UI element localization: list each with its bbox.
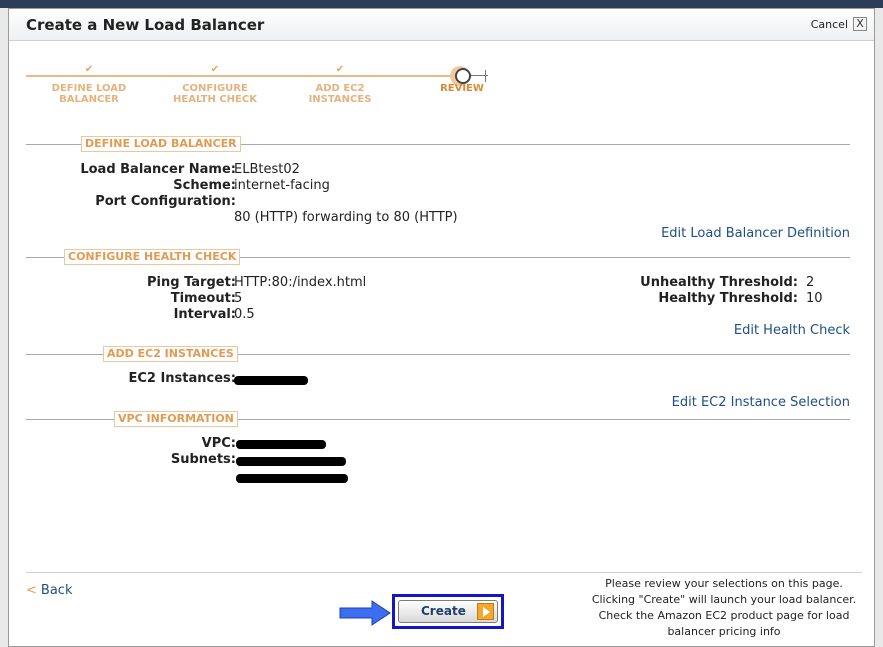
play-arrow-icon: [477, 603, 494, 620]
chevron-left-icon: <: [26, 583, 37, 598]
redacted-subnet-id: [236, 474, 348, 483]
create-button[interactable]: Create: [398, 600, 498, 623]
section-tag: DEFINE LOAD BALANCER: [81, 136, 241, 152]
redacted-instance-id: [234, 376, 308, 385]
checkmark-icon: ✔: [335, 64, 345, 75]
background-app-right: [875, 8, 883, 647]
dialog-titlebar: Create a New Load Balancer Cancel X: [9, 9, 874, 41]
wizard-progress: ✔ DEFINE LOAD BALANCER ✔ CONFIGURE HEALTH …: [26, 65, 496, 125]
port-configuration-value: 80 (HTTP) forwarding to 80 (HTTP): [234, 210, 458, 225]
close-icon[interactable]: X: [853, 17, 867, 31]
back-link[interactable]: < Back: [26, 583, 72, 598]
redacted-subnet-id: [236, 457, 346, 466]
create-load-balancer-dialog: Create a New Load Balancer Cancel X ✔ DE…: [8, 8, 875, 647]
section-define-load-balancer: DEFINE LOAD BALANCER Load Balancer Name:…: [26, 136, 850, 246]
section-tag: ADD EC2 INSTANCES: [103, 346, 238, 362]
checkmark-icon: ✔: [84, 64, 94, 75]
pointer-arrow-icon: [339, 600, 391, 626]
wizard-step-review: REVIEW: [440, 83, 484, 94]
section-add-ec2-instances: ADD EC2 INSTANCES EC2 Instances: Edit EC…: [26, 346, 850, 414]
background-app-strip: [0, 0, 883, 8]
edit-load-balancer-definition-link[interactable]: Edit Load Balancer Definition: [661, 226, 850, 241]
section-tag: VPC INFORMATION: [114, 411, 238, 427]
edit-ec2-instance-selection-link[interactable]: Edit EC2 Instance Selection: [672, 395, 850, 410]
section-vpc-information: VPC INFORMATION VPC: Subnets:: [26, 411, 850, 491]
dialog-title: Create a New Load Balancer: [26, 16, 265, 34]
checkmark-icon: ✔: [210, 64, 220, 75]
section-configure-health-check: CONFIGURE HEALTH CHECK Ping Target: HTTP…: [26, 249, 850, 349]
wizard-step-add-ec2-instances: ✔ ADD EC2 INSTANCES: [285, 64, 395, 106]
cancel-link[interactable]: Cancel: [811, 18, 848, 31]
create-button-highlight: Create: [392, 594, 504, 629]
wizard-step-configure-health-check: ✔ CONFIGURE HEALTH CHECK: [160, 64, 270, 106]
section-tag: CONFIGURE HEALTH CHECK: [64, 249, 241, 265]
redacted-vpc-id: [236, 440, 326, 449]
wizard-step-define-load-balancer: ✔ DEFINE LOAD BALANCER: [34, 64, 144, 106]
footer-divider: [26, 572, 862, 573]
footer-pricing-note: Please review your selections on this pa…: [591, 577, 857, 638]
edit-health-check-link[interactable]: Edit Health Check: [734, 323, 850, 338]
